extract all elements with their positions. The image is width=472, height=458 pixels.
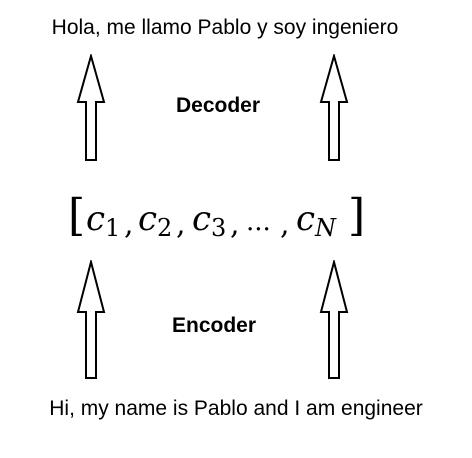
context-component-base: c bbox=[86, 199, 105, 239]
context-separator: , bbox=[124, 207, 134, 242]
context-component-subscript: N bbox=[314, 214, 337, 242]
context-component-subscript: 2 bbox=[157, 214, 172, 242]
context-component-base: c bbox=[296, 199, 315, 239]
context-component-2: c2 bbox=[138, 199, 172, 242]
decoder-right-up-arrow bbox=[319, 54, 349, 161]
context-component-base: c bbox=[138, 199, 157, 239]
context-component-base: c bbox=[192, 199, 211, 239]
context-component-3: c3 bbox=[192, 199, 226, 242]
input-sentence: Hi, my name is Pablo and I am engineer bbox=[49, 397, 423, 420]
context-separator: , bbox=[230, 207, 240, 242]
context-close-bracket: ] bbox=[348, 190, 365, 241]
encoder-left-up-arrow bbox=[76, 260, 106, 379]
context-component-1: c1 bbox=[86, 199, 120, 242]
context-separator: , bbox=[176, 207, 186, 242]
context-ellipsis: ... bbox=[246, 207, 271, 237]
decoder-label: Decoder bbox=[176, 94, 261, 117]
context-component-subscript: 3 bbox=[211, 214, 226, 242]
context-separator: , bbox=[280, 207, 290, 242]
context-vector: [ c1 , c2 , c3 , ... , cN ] bbox=[68, 190, 365, 242]
context-open-bracket: [ bbox=[68, 190, 85, 241]
context-component-subscript: 1 bbox=[105, 214, 120, 242]
context-component-n: cN bbox=[296, 199, 337, 242]
decoder-left-up-arrow bbox=[76, 54, 106, 161]
encoder-label: Encoder bbox=[172, 314, 257, 337]
output-sentence: Hola, me llamo Pablo y soy ingeniero bbox=[51, 16, 399, 39]
encoder-right-up-arrow bbox=[319, 260, 349, 379]
